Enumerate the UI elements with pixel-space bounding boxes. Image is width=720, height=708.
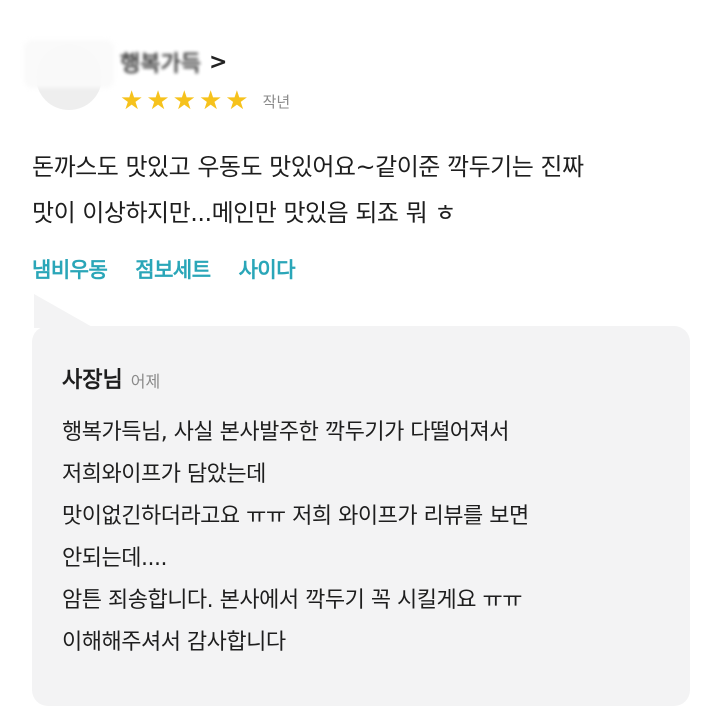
chevron-right-icon[interactable]: >	[209, 50, 227, 75]
menu-tag[interactable]: 사이다	[239, 254, 296, 284]
owner-reply: 사장님 어제 행복가득님, 사실 본사발주한 깍두기가 다떨어져서 저희와이프가…	[32, 326, 690, 706]
review-text-line: 돈까스도 맛있고 우동도 맛있어요~같이준 깍두기는 진짜	[32, 153, 584, 181]
star-rating: ★ ★ ★ ★ ★	[120, 88, 249, 114]
username-row[interactable]: 행복가득 >	[120, 46, 227, 78]
reply-date: 어제	[130, 372, 161, 391]
star-icon: ★	[198, 86, 223, 116]
menu-tags: 냄비우동 점보세트 사이다	[32, 254, 296, 284]
menu-tag[interactable]: 점보세트	[135, 254, 211, 284]
review-text: 돈까스도 맛있고 우동도 맛있어요~같이준 깍두기는 진짜 맛이 이상하지만..…	[32, 144, 692, 236]
privacy-blur	[24, 40, 114, 88]
reply-text-line: 이해해주셔서 감사합니다	[62, 630, 286, 655]
star-icon: ★	[172, 86, 196, 116]
review-text-line: 맛이 이상하지만...메인만 맛있음 되죠 뭐 ㅎ	[32, 199, 456, 227]
reply-text-line: 암튼 죄송합니다. 본사에서 깍두기 꼭 시킬게요 ㅠㅠ	[62, 588, 523, 613]
reply-text-line: 안되는데....	[62, 546, 167, 571]
star-icon: ★	[225, 86, 249, 116]
reply-text-line: 맛이없긴하더라고요 ㅠㅠ 저희 와이프가 리뷰를 보면	[62, 504, 529, 529]
review-card: 행복가득 > ★ ★ ★ ★ ★ 작년 돈까스도 맛있고 우동도 맛있어요~같이…	[0, 0, 720, 708]
reply-text: 행복가득님, 사실 본사발주한 깍두기가 다떨어져서 저희와이프가 담았는데 맛…	[62, 412, 672, 664]
reply-author: 사장님	[62, 368, 123, 393]
username[interactable]: 행복가득	[120, 46, 201, 78]
reply-bubble-tail	[34, 294, 94, 328]
star-icon: ★	[120, 86, 144, 116]
reply-header: 사장님 어제	[62, 362, 160, 394]
star-icon: ★	[146, 86, 170, 116]
reply-text-line: 저희와이프가 담았는데	[62, 462, 266, 487]
rating-row: ★ ★ ★ ★ ★ 작년	[120, 88, 290, 114]
menu-tag[interactable]: 냄비우동	[32, 254, 108, 284]
reply-text-line: 행복가득님, 사실 본사발주한 깍두기가 다떨어져서	[62, 420, 510, 445]
review-date: 작년	[262, 92, 291, 111]
